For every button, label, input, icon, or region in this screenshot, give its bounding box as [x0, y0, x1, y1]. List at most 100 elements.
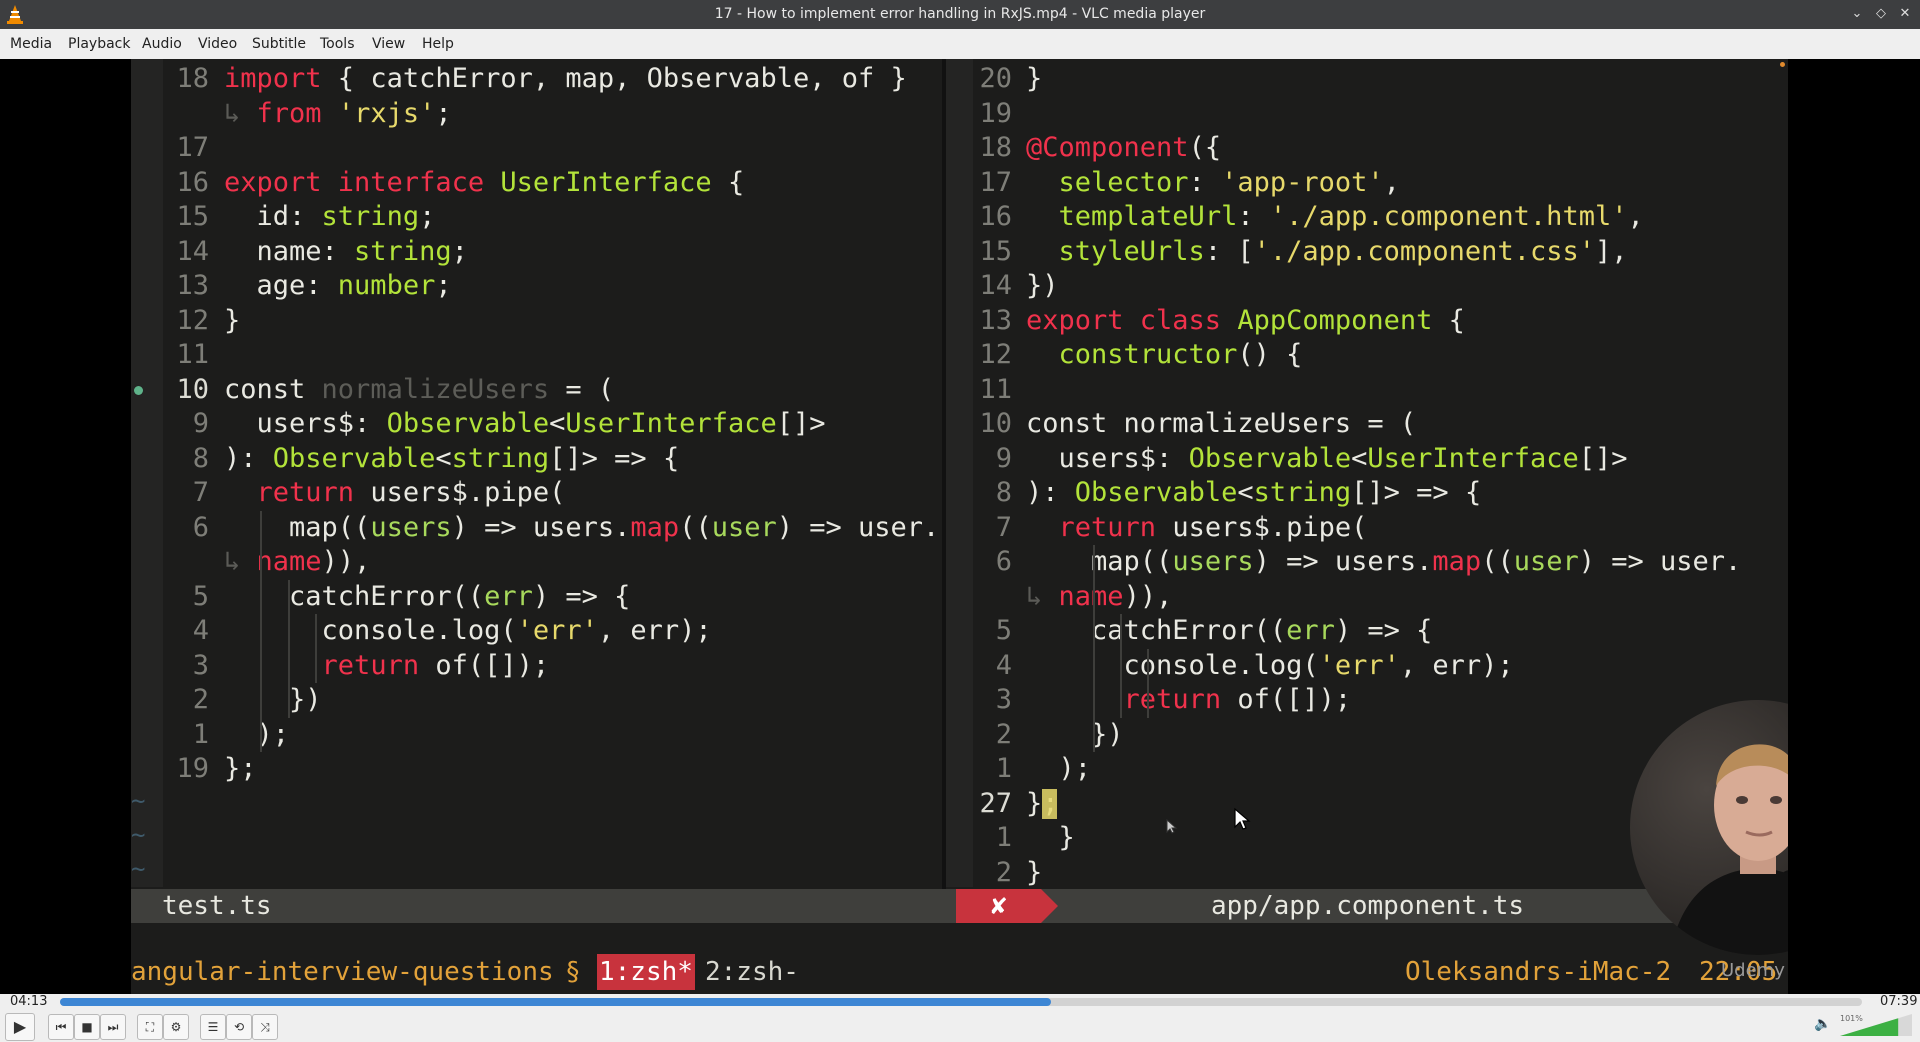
current-time: 04:13 — [10, 994, 48, 1009]
line-number: 13 — [176, 270, 209, 301]
line-number: 17 — [979, 166, 1012, 198]
fullscreen-button[interactable]: ⛶ — [137, 1014, 163, 1040]
tmux-status-bar: angular-interview-questions § 1:zsh* 2:z… — [131, 954, 1788, 994]
code-line: import { catchError, map, Observable, of… — [224, 63, 907, 94]
code-line: const normalizeUsers = ( — [224, 373, 615, 405]
video-frame: 18 import { catchError, map, Observable, … — [131, 59, 1788, 994]
line-number: 15 — [176, 201, 209, 232]
menu-media[interactable]: Media — [10, 29, 52, 59]
mouse-pointer-icon — [1166, 818, 1178, 834]
line-number: 13 — [979, 304, 1012, 336]
code-line: map((users) => users.map((user) => user. — [1026, 546, 1742, 577]
close-icon[interactable]: ✕ — [1896, 5, 1914, 23]
line-number: 1 — [192, 718, 209, 750]
line-number: 16 — [979, 201, 1012, 232]
maximize-icon[interactable]: ◇ — [1872, 5, 1890, 23]
text-cursor — [1042, 788, 1057, 819]
udemy-watermark: Udemy — [1721, 960, 1785, 981]
menu-video[interactable]: Video — [198, 29, 237, 59]
code-line: users$: Observable<UserInterface[]> — [1026, 442, 1628, 474]
line-number: 14 — [979, 270, 1012, 301]
empty-line-marker: ~ — [131, 787, 146, 815]
playlist-button[interactable]: ☰ — [200, 1014, 226, 1040]
tmux-session: angular-interview-questions — [131, 957, 554, 987]
indent-guide — [260, 510, 262, 752]
line-number: 7 — [995, 511, 1012, 543]
line-number — [131, 97, 209, 131]
current-line-dot — [134, 385, 143, 395]
line-number: 3 — [995, 684, 1012, 715]
line-number: 27 — [979, 787, 1012, 819]
code-line: }) — [1026, 718, 1124, 750]
loop-button[interactable]: ⟲ — [226, 1014, 252, 1040]
line-number: 5 — [995, 615, 1012, 646]
scroll-marker — [1780, 62, 1785, 67]
code-line: age: number; — [224, 270, 452, 301]
code-line: export interface UserInterface { — [224, 166, 745, 198]
extended-settings-button[interactable]: ⚙ — [163, 1014, 189, 1040]
tmux-hostname: Oleksandrs-iMac-2 — [1405, 957, 1672, 987]
title-bar: 17 - How to implement error handling in … — [0, 0, 1920, 29]
code-line: console.log('err', err); — [224, 615, 712, 646]
menu-playback[interactable]: Playback — [68, 29, 130, 59]
play-button[interactable]: ▶ — [5, 1013, 35, 1041]
menu-bar: Media Playback Audio Video Subtitle Tool… — [0, 29, 1920, 60]
code-line: }) — [1026, 270, 1059, 301]
menu-audio[interactable]: Audio — [142, 29, 182, 59]
line-number: 11 — [176, 339, 209, 370]
code-line: ): Observable<string[]> => { — [1026, 477, 1482, 508]
volume-label: 101% — [1840, 1014, 1863, 1023]
code-line: ); — [1026, 753, 1092, 784]
window-title: 17 - How to implement error handling in … — [714, 6, 1206, 22]
line-number: 5 — [192, 580, 209, 612]
code-line: catchError((err) => { — [1026, 615, 1433, 646]
tmux-window-active: 1:zsh* — [597, 954, 695, 990]
left-statusline: test.ts — [131, 889, 956, 923]
statusline-filename: app/app.component.ts — [1211, 891, 1525, 921]
line-number: 1 — [995, 753, 1012, 784]
line-number: 7 — [192, 477, 209, 508]
mouse-pointer-icon — [1234, 807, 1251, 830]
line-number: 8 — [995, 477, 1012, 508]
code-line: name: string; — [224, 235, 468, 267]
next-button[interactable]: ⏭ — [100, 1014, 126, 1040]
volume-slider[interactable]: 101% — [1840, 1014, 1912, 1036]
menu-subtitle[interactable]: Subtitle — [252, 29, 306, 59]
empty-line-marker: ~ — [131, 855, 146, 883]
indent-guide — [1147, 648, 1149, 718]
error-indicator: ✘ — [956, 889, 1041, 923]
line-number: 18 — [979, 132, 1012, 163]
stop-button[interactable]: ■ — [74, 1014, 100, 1040]
code-line: } — [1026, 856, 1043, 888]
code-line: } — [1026, 822, 1075, 853]
code-line: ↳ from 'rxjs'; — [224, 97, 452, 129]
seek-progress — [60, 998, 1052, 1006]
line-number: 12 — [979, 339, 1012, 370]
code-line: console.log('err', err); — [1026, 649, 1514, 681]
line-number: 2 — [192, 684, 209, 715]
menu-help[interactable]: Help — [422, 29, 454, 59]
shuffle-button[interactable]: ⤨ — [252, 1014, 278, 1040]
previous-button[interactable]: ⏮ — [48, 1014, 74, 1040]
menu-view[interactable]: View — [372, 29, 405, 59]
code-line: styleUrls: ['./app.component.css'], — [1058, 235, 1628, 267]
code-line: return users$.pipe( — [256, 477, 566, 508]
left-code-pane: 18 import { catchError, map, Observable, … — [131, 59, 942, 889]
menu-tools[interactable]: Tools — [320, 29, 355, 59]
code-line: } — [224, 304, 241, 336]
volume-icon[interactable]: 🔈 — [1814, 1016, 1831, 1032]
indent-guide — [315, 614, 317, 683]
minimize-icon[interactable]: ⌄ — [1848, 5, 1866, 23]
statusline-filename: test.ts — [162, 891, 272, 921]
code-line: constructor() { — [1058, 339, 1303, 370]
video-area[interactable]: 18 import { catchError, map, Observable, … — [0, 59, 1920, 994]
code-line: map((users) => users.map((user) => user. — [224, 511, 940, 543]
tmux-separator: § — [565, 957, 581, 987]
line-number: 6 — [995, 546, 1012, 577]
code-line: ): Observable<string[]> => { — [224, 442, 680, 474]
seek-bar[interactable] — [60, 998, 1862, 1006]
line-number: 19 — [176, 753, 209, 784]
line-number: 4 — [995, 649, 1012, 681]
line-number: 12 — [176, 304, 209, 336]
code-line: ↳ name)), — [1026, 580, 1173, 612]
